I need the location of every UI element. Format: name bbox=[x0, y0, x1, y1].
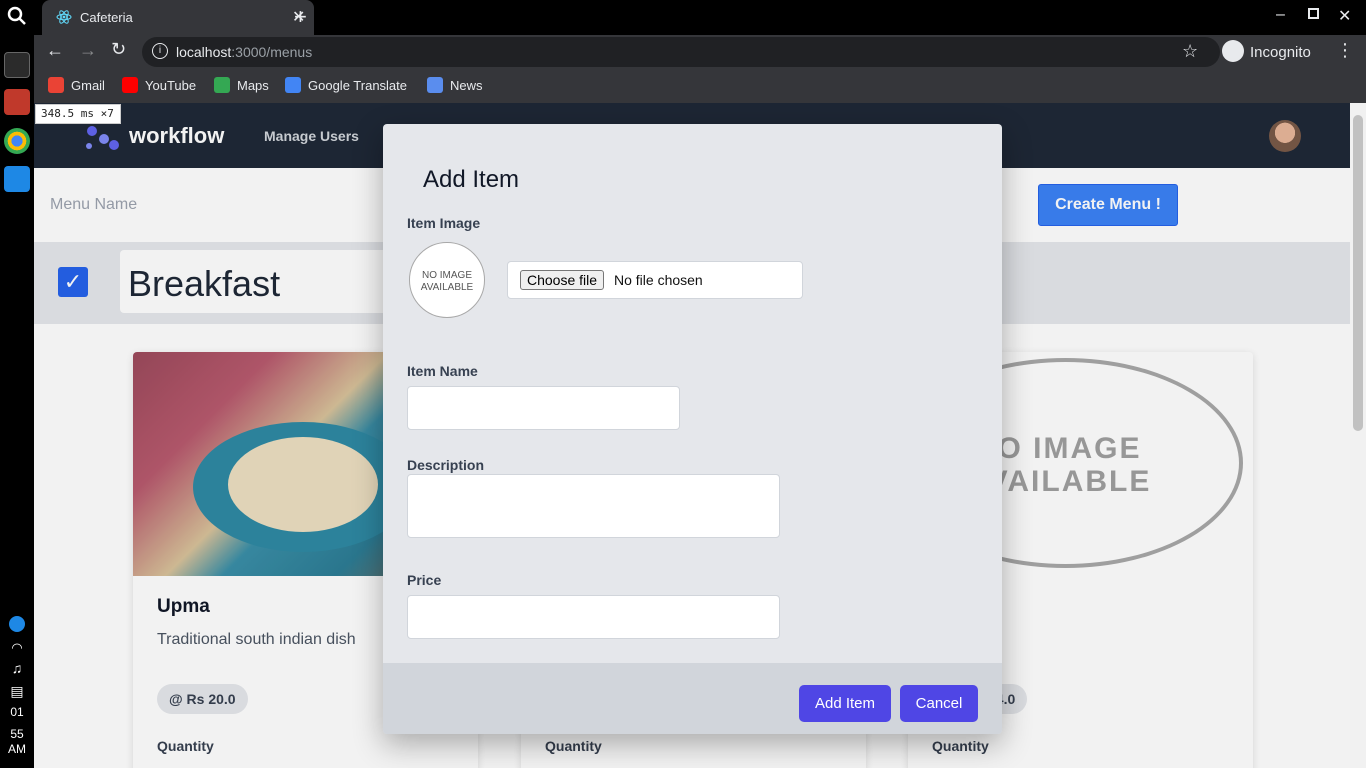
description-textarea[interactable] bbox=[407, 474, 780, 538]
tab-bar: Cafeteria ✕ + ‒ ✕ bbox=[34, 0, 1366, 35]
news-icon bbox=[427, 77, 443, 93]
kebab-menu-icon[interactable]: ⋮ bbox=[1336, 40, 1354, 61]
minimize-icon[interactable]: ‒ bbox=[1276, 6, 1285, 24]
file-input[interactable]: Choose file No file chosen bbox=[507, 261, 803, 299]
new-tab-icon[interactable]: + bbox=[294, 4, 307, 30]
add-item-modal: Add Item Item Image NO IMAGE AVAILABLE C… bbox=[383, 124, 1002, 734]
choose-file-button[interactable]: Choose file bbox=[520, 270, 605, 290]
scrollbar-thumb[interactable] bbox=[1353, 115, 1363, 431]
chrome-icon[interactable] bbox=[4, 128, 30, 154]
cancel-button[interactable]: Cancel bbox=[900, 685, 978, 722]
clock-ampm: AM bbox=[8, 742, 26, 756]
bookmark-gmail[interactable]: Gmail bbox=[48, 77, 105, 93]
url-path: :3000/menus bbox=[231, 44, 313, 60]
incognito-label: Incognito bbox=[1250, 44, 1311, 61]
wifi-icon[interactable]: ◠ bbox=[0, 640, 34, 656]
music-icon[interactable]: ♫ bbox=[0, 660, 34, 676]
bookmark-label: News bbox=[450, 77, 483, 93]
item-image-preview: NO IMAGE AVAILABLE bbox=[409, 242, 485, 318]
modal-footer: Add Item Cancel bbox=[383, 663, 1002, 734]
forward-icon[interactable]: → bbox=[79, 40, 97, 61]
terminal-icon[interactable] bbox=[4, 52, 30, 78]
site-info-icon[interactable]: i bbox=[152, 43, 168, 59]
add-item-button[interactable]: Add Item bbox=[799, 685, 891, 722]
bookmark-google-translate[interactable]: Google Translate bbox=[285, 77, 407, 93]
price-label: Price bbox=[407, 572, 442, 588]
back-icon[interactable]: ← bbox=[46, 40, 64, 61]
page-scrollbar[interactable] bbox=[1350, 103, 1366, 768]
file-status: No file chosen bbox=[614, 272, 703, 288]
bookmark-label: YouTube bbox=[145, 77, 197, 93]
files-icon[interactable] bbox=[4, 89, 30, 115]
no-image-line: AVAILABLE bbox=[420, 282, 474, 293]
url-text: localhost:3000/menus bbox=[176, 44, 312, 60]
incognito-icon bbox=[1222, 40, 1244, 62]
address-bar[interactable]: i localhost:3000/menus ☆ bbox=[142, 37, 1220, 67]
bookmark-label: Maps bbox=[237, 77, 269, 93]
close-window-icon[interactable]: ✕ bbox=[1338, 6, 1351, 26]
item-name-label: Item Name bbox=[407, 363, 478, 379]
vscode-icon[interactable] bbox=[4, 166, 30, 192]
bookmarks-bar: Gmail YouTube Maps Google Translate News bbox=[34, 69, 1366, 103]
perf-badge: 348.5 ms ×7 bbox=[35, 104, 121, 124]
maps-icon bbox=[214, 77, 230, 93]
description-label: Description bbox=[407, 457, 485, 473]
no-image-line: NO IMAGE bbox=[421, 270, 472, 281]
price-input[interactable] bbox=[407, 595, 780, 639]
modal-title: Add Item bbox=[423, 166, 520, 193]
bookmark-youtube[interactable]: YouTube bbox=[122, 77, 196, 93]
bluetooth-icon[interactable] bbox=[0, 615, 34, 636]
search-icon[interactable] bbox=[7, 6, 27, 31]
translate-icon bbox=[285, 77, 301, 93]
tab-cafeteria[interactable]: Cafeteria ✕ bbox=[42, 0, 314, 35]
url-host: localhost bbox=[176, 44, 232, 60]
bookmark-label: Google Translate bbox=[308, 77, 408, 93]
react-icon bbox=[56, 9, 72, 28]
web-page: workflow Manage Users Menu Name Create M… bbox=[34, 103, 1350, 768]
clock-minute: 55 bbox=[10, 727, 24, 741]
bookmark-star-icon[interactable]: ☆ bbox=[1182, 41, 1198, 62]
reload-icon[interactable]: ↻ bbox=[111, 39, 126, 60]
tray-clock[interactable]: 01 55 AM bbox=[0, 705, 34, 757]
os-dock: ◠ ♫ ▤ 01 55 AM bbox=[0, 0, 34, 768]
tab-title: Cafeteria bbox=[80, 10, 133, 25]
gmail-icon bbox=[48, 77, 64, 93]
bookmark-maps[interactable]: Maps bbox=[214, 77, 269, 93]
clock-hour: 01 bbox=[10, 705, 24, 719]
item-name-input[interactable] bbox=[407, 386, 680, 430]
bookmark-news[interactable]: News bbox=[427, 77, 483, 93]
clipboard-icon[interactable]: ▤ bbox=[0, 683, 34, 700]
maximize-icon[interactable] bbox=[1308, 8, 1319, 19]
browser-toolbar: ← → ↻ i localhost:3000/menus ☆ Incognito… bbox=[34, 35, 1366, 69]
incognito-indicator[interactable]: Incognito bbox=[1220, 38, 1350, 66]
item-image-label: Item Image bbox=[407, 215, 481, 231]
youtube-icon bbox=[122, 77, 138, 93]
bookmark-label: Gmail bbox=[71, 77, 105, 93]
